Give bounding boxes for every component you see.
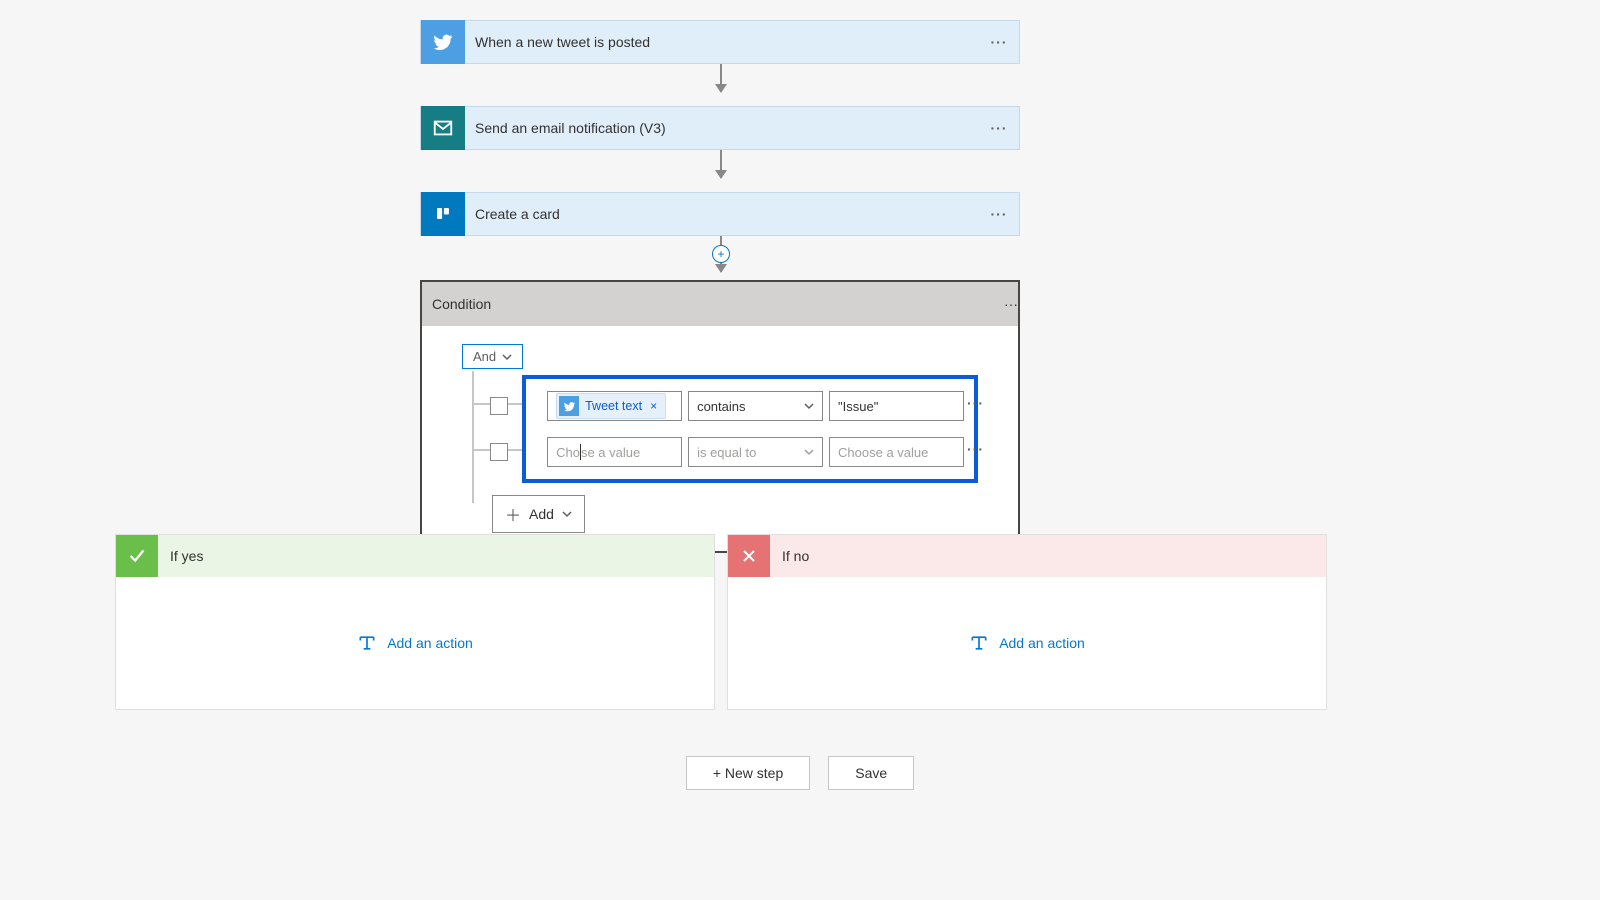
step-menu-button[interactable]: ··· [979, 120, 1019, 136]
trello-icon [421, 192, 465, 236]
footer-actions: + New step Save [0, 756, 1600, 790]
step-menu-button[interactable]: ··· [979, 206, 1019, 222]
token-remove-button[interactable]: × [648, 399, 659, 413]
action-icon [357, 634, 377, 652]
branch-label: If yes [158, 548, 203, 564]
new-step-button[interactable]: + New step [686, 756, 810, 790]
flow-step-create-card[interactable]: Create a card ··· [420, 192, 1020, 236]
condition-value-input[interactable]: "Issue" [829, 391, 964, 421]
condition-operator-select[interactable]: contains [688, 391, 823, 421]
condition-rows-highlight: Tweet text × contains "Issue" ··· [522, 375, 978, 483]
flow-step-twitter-trigger[interactable]: When a new tweet is posted ··· [420, 20, 1020, 64]
flow-step-send-email[interactable]: Send an email notification (V3) ··· [420, 106, 1020, 150]
group-operator-select[interactable]: And [462, 344, 523, 369]
condition-row: Tweet text × contains "Issue" ··· [490, 387, 964, 425]
condition-field-input[interactable]: Tweet text × [547, 391, 682, 421]
step-menu-button[interactable]: ··· [979, 34, 1019, 50]
add-label: Add [529, 506, 554, 522]
operator-placeholder: is equal to [697, 445, 756, 460]
dynamic-token-tweet-text[interactable]: Tweet text × [556, 393, 666, 419]
condition-title: Condition [422, 296, 1004, 312]
action-icon [969, 634, 989, 652]
chevron-down-icon [804, 447, 814, 457]
mail-icon [421, 106, 465, 150]
twitter-icon [421, 20, 465, 64]
token-label: Tweet text [585, 399, 642, 413]
check-icon [116, 535, 158, 577]
tree-line [472, 371, 474, 503]
if-no-branch: If no Add an action [727, 534, 1327, 710]
condition-value-input[interactable]: Choose a value [829, 437, 964, 467]
add-action-button[interactable]: Add an action [116, 577, 714, 709]
condition-operator-select[interactable]: is equal to [688, 437, 823, 467]
close-icon [728, 535, 770, 577]
condition-header[interactable]: Condition ··· [422, 282, 1018, 326]
save-button[interactable]: Save [828, 756, 914, 790]
chevron-down-icon [562, 509, 572, 519]
add-action-button[interactable]: Add an action [728, 577, 1326, 709]
value-placeholder: Choose a value [838, 445, 928, 460]
step-title: Send an email notification (V3) [465, 120, 979, 136]
add-action-label: Add an action [999, 635, 1085, 651]
value-text: "Issue" [838, 399, 878, 414]
row-select-checkbox[interactable] [490, 397, 508, 415]
twitter-icon [559, 396, 579, 416]
flow-connector [720, 150, 722, 178]
condition-field-input[interactable]: Chose a value [547, 437, 682, 467]
operator-value: contains [697, 399, 745, 414]
condition-row: Chose a value is equal to Choose a value… [490, 433, 964, 471]
step-title: When a new tweet is posted [465, 34, 979, 50]
row-menu-button[interactable]: ··· [967, 441, 984, 457]
add-condition-button[interactable]: ＋ Add [492, 495, 585, 533]
group-operator-label: And [473, 349, 496, 364]
branch-header[interactable]: If no [728, 535, 1326, 577]
insert-step-button[interactable]: + [712, 245, 730, 263]
branch-label: If no [770, 548, 809, 564]
branch-header[interactable]: If yes [116, 535, 714, 577]
step-title: Create a card [465, 206, 979, 222]
row-select-checkbox[interactable] [490, 443, 508, 461]
if-yes-branch: If yes Add an action [115, 534, 715, 710]
chevron-down-icon [804, 401, 814, 411]
flow-step-condition: Condition ··· And [420, 280, 1020, 553]
row-menu-button[interactable]: ··· [967, 395, 984, 411]
step-menu-button[interactable]: ··· [1004, 296, 1018, 312]
chevron-down-icon [502, 352, 512, 362]
add-action-label: Add an action [387, 635, 473, 651]
flow-connector [720, 64, 722, 92]
plus-icon: ＋ [505, 502, 521, 526]
